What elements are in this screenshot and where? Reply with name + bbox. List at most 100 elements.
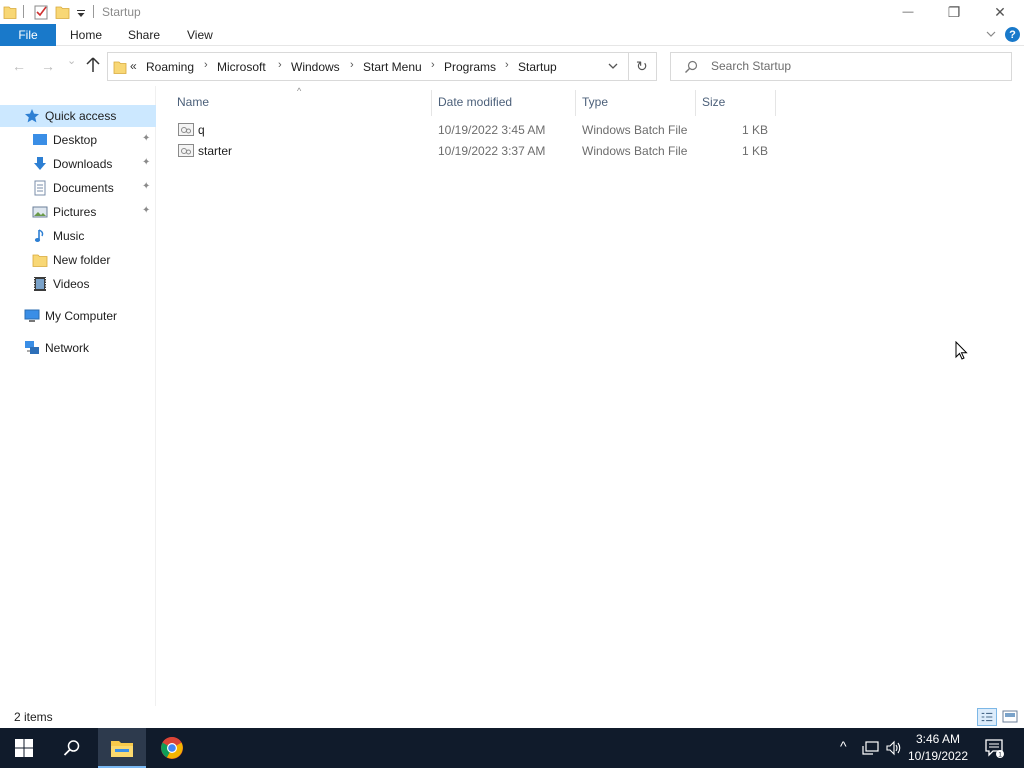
sidebar-item-network[interactable]: Network	[0, 337, 156, 359]
column-header-type[interactable]: Type	[582, 95, 608, 109]
pin-icon: ✦	[142, 133, 151, 144]
sidebar-item-label: Music	[53, 229, 85, 243]
tab-home[interactable]: Home	[70, 28, 102, 42]
new-folder-icon[interactable]	[55, 3, 71, 21]
item-count: 2 items	[14, 710, 53, 724]
recent-locations-button[interactable]: ⌄	[67, 54, 76, 67]
action-center-icon[interactable]: 1	[984, 738, 1004, 758]
breadcrumb-microsoft[interactable]: Microsoft	[217, 60, 266, 74]
show-hidden-icons-button[interactable]: ^	[840, 738, 847, 754]
window-title: Startup	[102, 5, 141, 19]
desktop-icon	[33, 134, 47, 145]
network-icon	[25, 341, 39, 354]
expand-ribbon-icon[interactable]	[985, 27, 997, 41]
videos-icon	[34, 277, 46, 291]
breadcrumb-start-menu[interactable]: Start Menu	[363, 60, 422, 74]
address-bar[interactable]: « Roaming › Microsoft › Windows › Start …	[107, 52, 657, 81]
sidebar-item-new-folder[interactable]: New folder	[0, 249, 156, 271]
column-header-size[interactable]: Size	[702, 95, 725, 109]
sort-ascending-icon: ^	[297, 86, 302, 96]
batch-file-icon	[178, 123, 194, 136]
taskbar-chrome[interactable]	[148, 728, 196, 768]
customize-toolbar-icon[interactable]	[76, 3, 86, 21]
table-row[interactable]: starter 10/19/2022 3:37 AM Windows Batch…	[171, 141, 781, 162]
sidebar-item-label: Pictures	[53, 205, 97, 219]
up-button[interactable]	[85, 56, 101, 74]
column-divider[interactable]	[775, 90, 776, 116]
sidebar-item-videos[interactable]: Videos	[0, 273, 156, 295]
taskbar-search-button[interactable]	[48, 728, 96, 768]
breadcrumb-separator[interactable]: ›	[505, 59, 509, 71]
table-row[interactable]: q 10/19/2022 3:45 AM Windows Batch File …	[171, 120, 781, 141]
documents-icon	[34, 180, 46, 196]
breadcrumb-separator[interactable]: ›	[278, 59, 282, 71]
column-divider[interactable]	[431, 90, 432, 116]
breadcrumb-separator[interactable]: ›	[350, 59, 354, 71]
address-dropdown-icon[interactable]	[606, 59, 620, 73]
file-list: ^ Name Date modified Type Size q 10/19/2…	[157, 86, 1024, 706]
star-icon	[25, 109, 39, 123]
start-button[interactable]	[0, 728, 48, 768]
sidebar-item-pictures[interactable]: Pictures ✦	[0, 201, 156, 223]
pin-icon: ✦	[142, 205, 151, 216]
svg-text:1: 1	[998, 752, 1002, 759]
pin-icon: ✦	[142, 181, 151, 192]
refresh-button[interactable]: ↻	[636, 58, 648, 75]
title-divider	[93, 5, 94, 18]
restore-icon: ❐	[947, 3, 961, 20]
back-button[interactable]: ←	[12, 58, 26, 74]
column-header-date-modified[interactable]: Date modified	[438, 95, 512, 109]
breadcrumb-startup[interactable]: Startup	[518, 60, 557, 74]
sidebar-item-documents[interactable]: Documents ✦	[0, 177, 156, 199]
column-divider[interactable]	[575, 90, 576, 116]
breadcrumb-separator[interactable]: ›	[431, 59, 435, 71]
title-bar: Startup — ❐ ✕	[0, 0, 1024, 24]
hidden-path-button[interactable]: «	[130, 59, 137, 73]
breadcrumb-windows[interactable]: Windows	[291, 60, 340, 74]
restore-button[interactable]: ❐	[931, 0, 977, 24]
taskbar-file-explorer[interactable]	[98, 728, 146, 768]
sidebar-item-desktop[interactable]: Desktop ✦	[0, 129, 156, 151]
batch-file-icon	[178, 144, 194, 157]
file-type: Windows Batch File	[582, 144, 688, 158]
clock-time: 3:46 AM	[915, 732, 961, 746]
tab-file[interactable]: File	[0, 24, 56, 46]
taskbar-clock[interactable]: 3:46 AM 10/19/2022	[900, 731, 976, 765]
close-icon: ✕	[994, 3, 1006, 20]
mouse-cursor-icon	[955, 341, 968, 360]
properties-icon[interactable]	[33, 3, 49, 21]
breadcrumb-separator[interactable]: ›	[204, 59, 208, 71]
breadcrumb-programs[interactable]: Programs	[444, 60, 496, 74]
close-button[interactable]: ✕	[977, 0, 1023, 24]
pin-icon: ✦	[142, 157, 151, 168]
downloads-icon	[34, 157, 46, 170]
sidebar-item-downloads[interactable]: Downloads ✦	[0, 153, 156, 175]
windows-logo-icon	[15, 739, 33, 757]
forward-button[interactable]: →	[41, 58, 55, 74]
network-status-icon[interactable]	[862, 740, 880, 756]
sidebar-item-label: Downloads	[53, 157, 113, 171]
column-divider[interactable]	[695, 90, 696, 116]
search-input[interactable]	[711, 59, 1001, 73]
minimize-icon: —	[902, 6, 914, 18]
column-header-name[interactable]: Name	[177, 95, 209, 109]
tab-view[interactable]: View	[187, 28, 213, 42]
file-name: q	[198, 123, 205, 137]
large-icons-view-button[interactable]	[1000, 708, 1020, 726]
chrome-icon	[161, 737, 183, 759]
details-view-button[interactable]	[977, 708, 997, 726]
search-box[interactable]	[670, 52, 1012, 81]
qa-divider	[23, 5, 24, 18]
sidebar-item-my-computer[interactable]: My Computer	[0, 305, 156, 327]
file-size: 1 KB	[741, 144, 768, 158]
ribbon-tabs: File Home Share View ?	[0, 24, 1024, 46]
minimize-button[interactable]: —	[885, 0, 931, 24]
breadcrumb-roaming[interactable]: Roaming	[146, 60, 194, 74]
help-button[interactable]: ?	[1005, 27, 1020, 42]
sidebar-item-label: Videos	[53, 277, 90, 291]
file-date-modified: 10/19/2022 3:45 AM	[438, 123, 546, 137]
sidebar-item-music[interactable]: Music	[0, 225, 156, 247]
sidebar-item-quick-access[interactable]: Quick access	[0, 105, 156, 127]
tab-share[interactable]: Share	[128, 28, 160, 42]
folder-icon	[113, 61, 127, 74]
